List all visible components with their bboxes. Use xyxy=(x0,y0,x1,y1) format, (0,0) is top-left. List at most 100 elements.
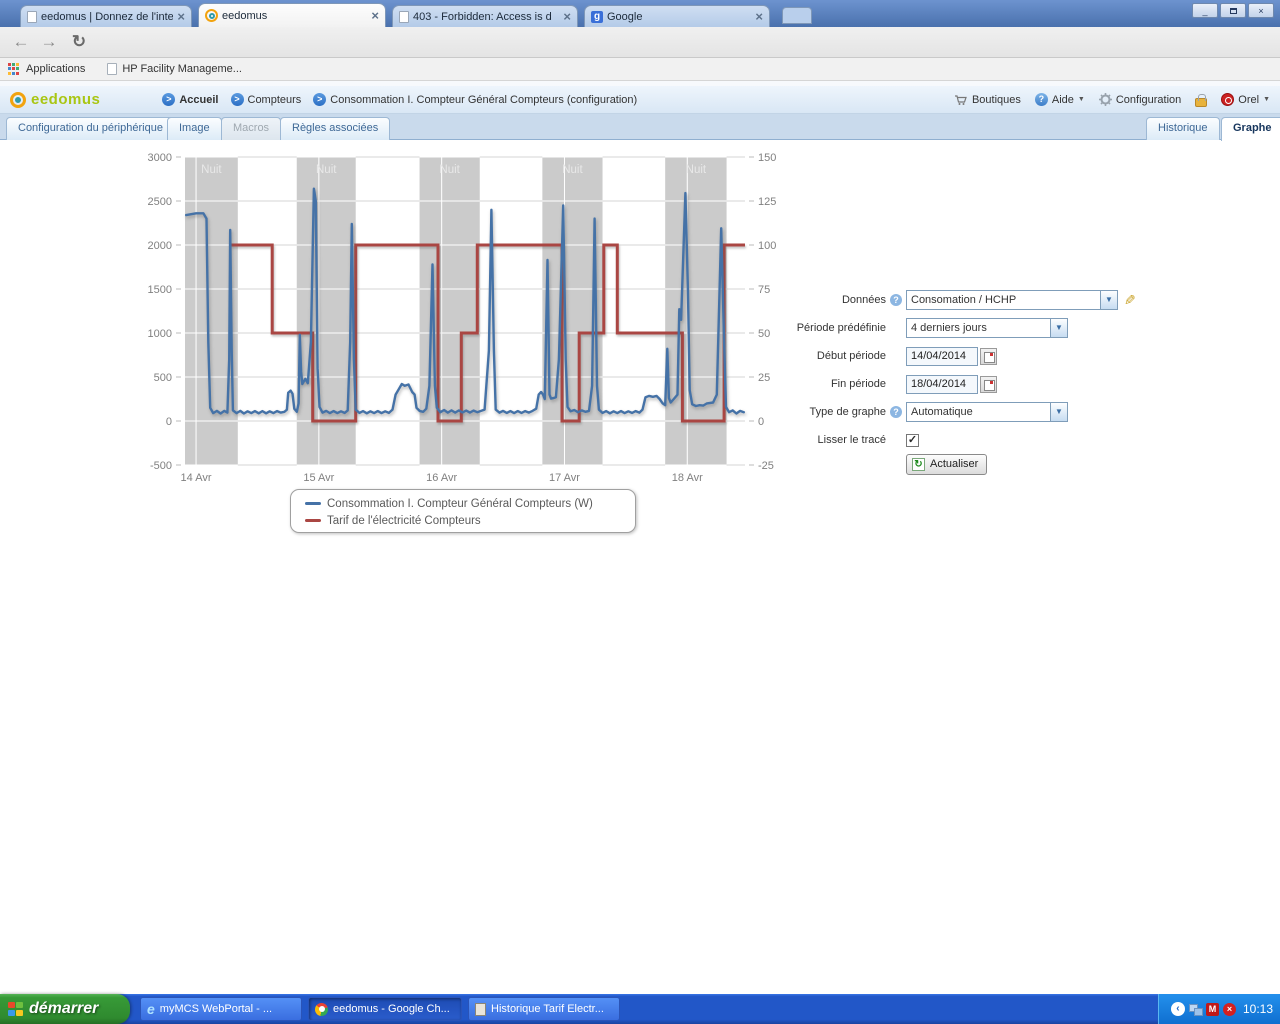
minimize-button[interactable]: _ xyxy=(1192,3,1218,18)
svg-text:2000: 2000 xyxy=(148,240,172,252)
periode-label: Période prédéfinie xyxy=(778,322,886,334)
lisser-label: Lisser le tracé xyxy=(778,434,886,446)
tab-macros: Macros xyxy=(221,117,281,140)
new-tab-button[interactable] xyxy=(782,7,812,24)
restore-button[interactable] xyxy=(1220,3,1246,18)
task-mymcs[interactable]: e myMCS WebPortal - ... xyxy=(140,997,302,1021)
menu-lock[interactable] xyxy=(1195,93,1207,107)
chrome-icon xyxy=(315,1003,328,1016)
logo-text: eedomus xyxy=(31,91,100,108)
bookmark-hp-facility[interactable]: HP Facility Manageme... xyxy=(122,63,242,75)
legend-swatch-blue xyxy=(305,502,321,505)
breadcrumb-device[interactable]: > Consommation I. Compteur Général Compt… xyxy=(313,93,637,106)
legend-item-tarif[interactable]: Tarif de l'électricité Compteurs xyxy=(305,512,635,529)
chevron-down-icon: ▼ xyxy=(1050,319,1067,337)
breadcrumb-accueil[interactable]: > Accueil xyxy=(162,93,218,106)
type-graphe-select[interactable]: Automatique ▼ xyxy=(906,402,1068,422)
browser-tab-4[interactable]: g Google × xyxy=(584,5,770,27)
tab-graphe[interactable]: Graphe xyxy=(1221,117,1280,141)
help-icon[interactable]: ? xyxy=(890,294,902,306)
periode-select[interactable]: 4 derniers jours ▼ xyxy=(906,318,1068,338)
legend-item-consommation[interactable]: Consommation I. Compteur Général Compteu… xyxy=(305,495,635,512)
browser-tab-2-active[interactable]: eedomus × xyxy=(198,3,386,27)
padlock-icon xyxy=(1195,98,1207,107)
document-icon xyxy=(475,1003,486,1016)
chart-legend: Consommation I. Compteur Général Compteu… xyxy=(290,489,636,533)
svg-text:Nuit: Nuit xyxy=(686,164,707,176)
tab-image[interactable]: Image xyxy=(167,117,222,140)
svg-text:1000: 1000 xyxy=(148,328,172,340)
close-icon[interactable]: × xyxy=(563,11,571,23)
close-window-button[interactable]: × xyxy=(1248,3,1274,18)
tab-regles-associees[interactable]: Règles associées xyxy=(280,117,390,140)
help-icon: ? xyxy=(1035,93,1048,106)
device-tabs-bar: Configuration du périphérique Image Macr… xyxy=(0,114,1280,140)
debut-label: Début période xyxy=(778,350,886,362)
chevron-down-icon: ▼ xyxy=(1078,96,1085,103)
chevron-down-icon: ▼ xyxy=(1100,291,1117,309)
edit-pencil-icon[interactable]: ✎ xyxy=(1124,292,1136,309)
tab-configuration-peripherique[interactable]: Configuration du périphérique xyxy=(6,117,175,140)
svg-text:1500: 1500 xyxy=(148,284,172,296)
browser-tab-3[interactable]: 403 - Forbidden: Access is d × xyxy=(392,5,578,27)
fin-label: Fin période xyxy=(778,378,886,390)
security-shield-icon[interactable]: × xyxy=(1223,1003,1236,1016)
svg-text:-25: -25 xyxy=(758,460,774,472)
graph-settings-panel: Données ? Consomation / HCHP ▼ ✎ Période… xyxy=(778,290,1148,482)
close-icon[interactable]: × xyxy=(371,10,379,22)
svg-text:15 Avr: 15 Avr xyxy=(303,472,334,484)
browser-toolbar: ← → ↻ https://secure.eedomus.com ☆ xyxy=(0,27,1280,58)
back-icon[interactable]: ← xyxy=(8,29,34,55)
lisser-checkbox[interactable]: ✓ xyxy=(906,434,919,447)
donnees-select[interactable]: Consomation / HCHP ▼ xyxy=(906,290,1118,310)
svg-text:75: 75 xyxy=(758,284,770,296)
svg-text:3000: 3000 xyxy=(148,152,172,164)
menu-configuration[interactable]: Configuration xyxy=(1099,93,1181,106)
start-button[interactable]: démarrer xyxy=(0,994,130,1024)
apps-grid-icon xyxy=(8,63,20,75)
svg-text:16 Avr: 16 Avr xyxy=(426,472,457,484)
close-icon[interactable]: × xyxy=(755,11,763,23)
network-icon[interactable] xyxy=(1189,1004,1202,1015)
logo-icon xyxy=(10,92,26,108)
bookmark-applications[interactable]: Applications xyxy=(26,63,85,75)
debut-date-input[interactable] xyxy=(906,347,978,366)
tab-historique[interactable]: Historique xyxy=(1146,117,1220,140)
browser-titlebar: eedomus | Donnez de l'intelli × eedomus … xyxy=(0,0,1280,27)
gear-icon xyxy=(1099,93,1112,106)
menu-aide[interactable]: ? Aide▼ xyxy=(1035,93,1085,106)
breadcrumb-compteurs[interactable]: > Compteurs xyxy=(231,93,302,106)
forward-icon[interactable]: → xyxy=(36,29,62,55)
page-icon xyxy=(399,11,409,23)
reload-icon[interactable]: ↻ xyxy=(66,29,92,55)
chart-svg: NuitNuitNuitNuitNuit30002500200015001000… xyxy=(140,148,780,493)
close-icon[interactable]: × xyxy=(177,11,185,23)
svg-text:25: 25 xyxy=(758,372,770,384)
calendar-icon[interactable] xyxy=(980,376,997,393)
mcafee-icon[interactable]: M xyxy=(1206,1003,1219,1016)
google-icon: g xyxy=(591,11,603,23)
svg-text:125: 125 xyxy=(758,196,776,208)
svg-text:Nuit: Nuit xyxy=(201,164,222,176)
arrow-circle-icon: > xyxy=(231,93,244,106)
system-tray: ‹ M × 10:13 xyxy=(1158,994,1280,1024)
svg-text:14 Avr: 14 Avr xyxy=(181,472,212,484)
tray-collapse-icon[interactable]: ‹ xyxy=(1171,1002,1185,1016)
task-eedomus-chrome[interactable]: eedomus - Google Ch... xyxy=(308,997,462,1021)
menu-boutiques[interactable]: Boutiques xyxy=(954,94,1021,106)
actualiser-button[interactable]: ↻ Actualiser xyxy=(906,454,987,475)
taskbar: démarrer e myMCS WebPortal - ... eedomus… xyxy=(0,994,1280,1024)
help-icon[interactable]: ? xyxy=(890,406,902,418)
task-historique-tarif[interactable]: Historique Tarif Electr... xyxy=(468,997,620,1021)
calendar-icon[interactable] xyxy=(980,348,997,365)
svg-text:0: 0 xyxy=(758,416,764,428)
eedomus-logo[interactable]: eedomus xyxy=(10,91,100,108)
chevron-down-icon: ▼ xyxy=(1263,96,1270,103)
tab-title: eedomus xyxy=(222,10,367,22)
fin-date-input[interactable] xyxy=(906,375,978,394)
app-header: eedomus > Accueil > Compteurs > Consomma… xyxy=(0,86,1280,114)
chevron-down-icon: ▼ xyxy=(1050,403,1067,421)
ie-icon: e xyxy=(147,1001,155,1017)
menu-user[interactable]: Orel▼ xyxy=(1221,93,1270,106)
browser-tab-1[interactable]: eedomus | Donnez de l'intelli × xyxy=(20,5,192,27)
